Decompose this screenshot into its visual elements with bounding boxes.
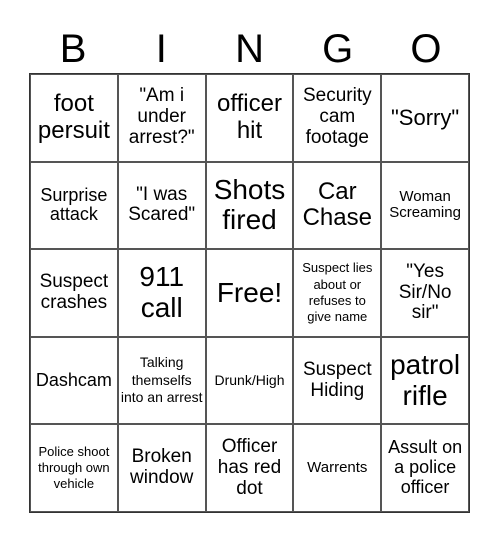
header-letter-n: N [235, 27, 264, 71]
bingo-cell[interactable]: Officer has red dot [205, 424, 294, 512]
bingo-cell[interactable]: Car Chase [293, 161, 382, 250]
bingo-cell[interactable]: "Am i under arrest?" [117, 74, 206, 162]
bingo-cell[interactable]: Suspect crashes [30, 249, 118, 337]
bingo-cell[interactable]: Broken window [117, 424, 206, 512]
bingo-cell[interactable]: "Yes Sir/No sir" [381, 249, 469, 337]
bingo-cell[interactable]: Drunk/High [205, 336, 294, 425]
bingo-cell[interactable]: patrol rifle [381, 336, 469, 425]
header-letter-b: B [59, 27, 87, 71]
bingo-cell[interactable]: Woman Screaming [381, 161, 469, 250]
bingo-cell[interactable]: officer hit [205, 74, 294, 162]
bingo-cell[interactable]: Shots fired [205, 161, 294, 250]
header-letter-g: G [322, 27, 354, 71]
free-space[interactable]: Free! [205, 249, 294, 337]
bingo-cell[interactable]: foot persuit [30, 74, 118, 162]
bingo-cell[interactable]: Assult on a police officer [381, 424, 469, 512]
bingo-header: B I N G O [29, 26, 470, 72]
bingo-cell[interactable]: Dashcam [30, 336, 118, 425]
bingo-cell[interactable]: Surprise attack [30, 161, 118, 250]
bingo-cell[interactable]: "Sorry" [381, 74, 469, 162]
bingo-grid: foot persuit "Am i under arrest?" office… [29, 73, 470, 513]
header-letter-o: O [410, 27, 442, 71]
bingo-cell[interactable]: Suspect Hiding [293, 336, 382, 425]
bingo-cell[interactable]: 911 call [117, 249, 206, 337]
bingo-cell[interactable]: Talking themselfs into an arrest [117, 336, 206, 425]
bingo-cell[interactable]: "I was Scared" [117, 161, 206, 250]
bingo-cell[interactable]: Police shoot through own vehicle [30, 424, 118, 512]
header-letter-i: I [155, 27, 167, 71]
bingo-cell[interactable]: Suspect lies about or refuses to give na… [293, 249, 382, 337]
bingo-cell[interactable]: Warrents [293, 424, 382, 512]
bingo-cell[interactable]: Security cam footage [293, 74, 382, 162]
